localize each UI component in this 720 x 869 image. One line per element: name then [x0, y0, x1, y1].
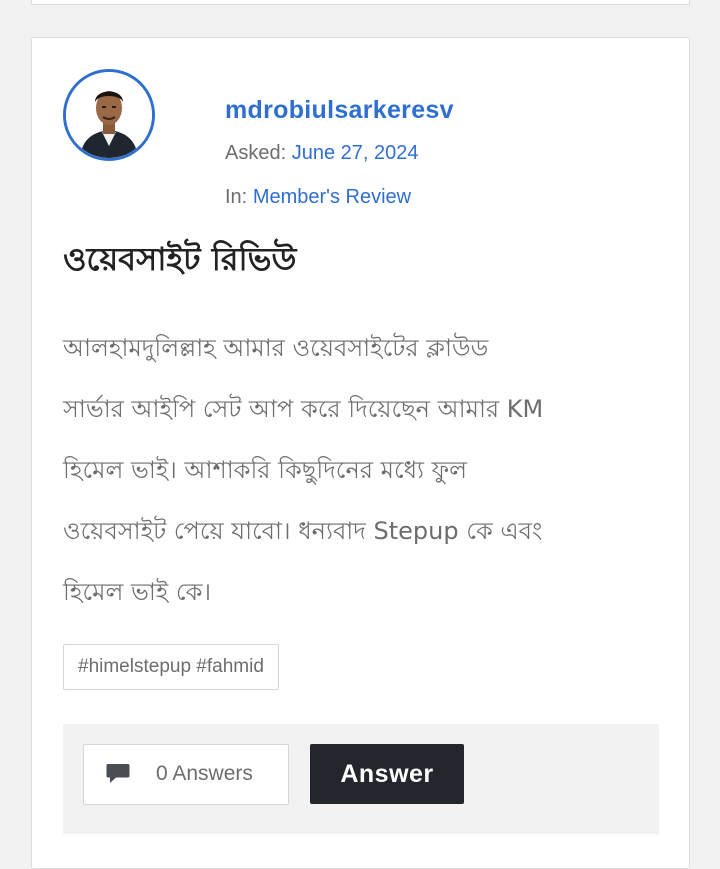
asked-date-link[interactable]: June 27, 2024: [292, 142, 419, 164]
asked-label: Asked:: [225, 142, 287, 164]
previous-question-card: [31, 0, 690, 5]
question-tags[interactable]: #himelstepup #fahmid: [63, 644, 279, 690]
question-body-line: আলহামদুলিল্লাহ আমার ওয়েবসাইটের ক্লাউড: [63, 334, 489, 362]
category-label: In:: [225, 186, 248, 208]
question-card: mdrobiulsarkeresv Asked: June 27, 2024 I…: [31, 37, 690, 869]
question-footer: 0 Answers Answer: [63, 724, 659, 834]
question-category: In: Member's Review: [225, 186, 411, 209]
author-name-link[interactable]: mdrobiulsarkeresv: [225, 96, 454, 125]
question-body-line: হিমেল ভাই কে।: [63, 578, 212, 606]
question-body-line: হিমেল ভাই। আশাকরি কিছুদিনের মধ্যে ফুল: [63, 456, 468, 484]
answer-button[interactable]: Answer: [310, 744, 464, 804]
question-body-line: সার্ভার আইপি সেট আপ করে দিয়েছেন আমার KM: [63, 395, 544, 423]
speech-bubble-icon: [106, 764, 130, 783]
answers-count-button[interactable]: 0 Answers: [83, 744, 289, 805]
question-body-line: ওয়েবসাইট পেয়ে যাবো। ধন্যবাদ Stepup কে …: [63, 517, 543, 545]
asked-date: Asked: June 27, 2024: [225, 142, 419, 165]
question-title[interactable]: ওয়েবসাইট রিভিউ: [63, 234, 296, 288]
author-avatar[interactable]: [63, 69, 155, 161]
category-link[interactable]: Member's Review: [253, 186, 411, 208]
answers-count-label: 0 Answers: [156, 762, 253, 785]
question-body: আলহামদুলিল্লাহ আমার ওয়েবসাইটের ক্লাউড স…: [63, 318, 663, 623]
avatar-photo: [66, 72, 152, 158]
